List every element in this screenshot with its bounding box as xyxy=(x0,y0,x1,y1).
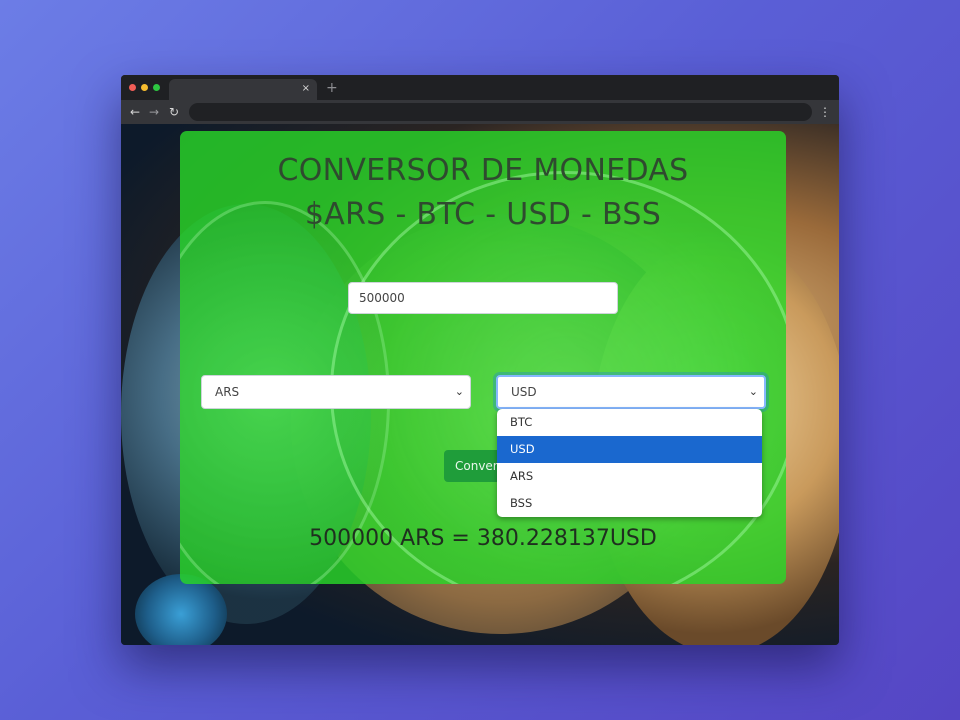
browser-toolbar: ← → ↻ ⋮ xyxy=(121,100,839,124)
maximize-window-dot[interactable] xyxy=(153,84,160,91)
browser-tab[interactable]: × xyxy=(169,79,317,100)
reload-icon[interactable]: ↻ xyxy=(167,103,181,121)
new-tab-icon[interactable]: + xyxy=(326,80,338,96)
close-window-dot[interactable] xyxy=(129,84,136,91)
forward-arrow-icon[interactable]: → xyxy=(147,103,161,121)
to-currency-select[interactable]: USD ⌄ xyxy=(496,375,766,409)
chevron-down-icon: ⌄ xyxy=(454,385,464,398)
address-bar[interactable] xyxy=(189,103,812,121)
dropdown-option-bss[interactable]: BSS xyxy=(497,490,762,517)
conversion-result: 500000 ARS = 380.228137USD xyxy=(309,526,657,551)
currency-dropdown-list: BTC USD ARS BSS xyxy=(497,409,762,517)
browser-tabbar: × + xyxy=(121,75,839,100)
dropdown-option-usd[interactable]: USD xyxy=(497,436,762,463)
page-viewport: CONVERSOR DE MONEDAS $ARS - BTC - USD - … xyxy=(121,124,839,645)
browser-menu-icon[interactable]: ⋮ xyxy=(819,103,831,121)
tab-close-icon[interactable]: × xyxy=(302,82,310,96)
page-title: CONVERSOR DE MONEDAS xyxy=(277,153,689,188)
from-currency-value: ARS xyxy=(215,385,240,399)
to-currency-value: USD xyxy=(511,385,537,399)
minimize-window-dot[interactable] xyxy=(141,84,148,91)
background-coin-image xyxy=(135,574,227,645)
amount-input[interactable]: 500000 xyxy=(348,282,618,314)
browser-window: × + ← → ↻ ⋮ CONVERSOR DE MONEDAS $ARS - … xyxy=(121,75,839,645)
dropdown-option-btc[interactable]: BTC xyxy=(497,409,762,436)
back-arrow-icon[interactable]: ← xyxy=(128,103,142,121)
dropdown-option-ars[interactable]: ARS xyxy=(497,463,762,490)
from-currency-select[interactable]: ARS ⌄ xyxy=(201,375,471,409)
page-subtitle: $ARS - BTC - USD - BSS xyxy=(304,197,662,232)
chevron-down-icon: ⌄ xyxy=(748,385,758,398)
